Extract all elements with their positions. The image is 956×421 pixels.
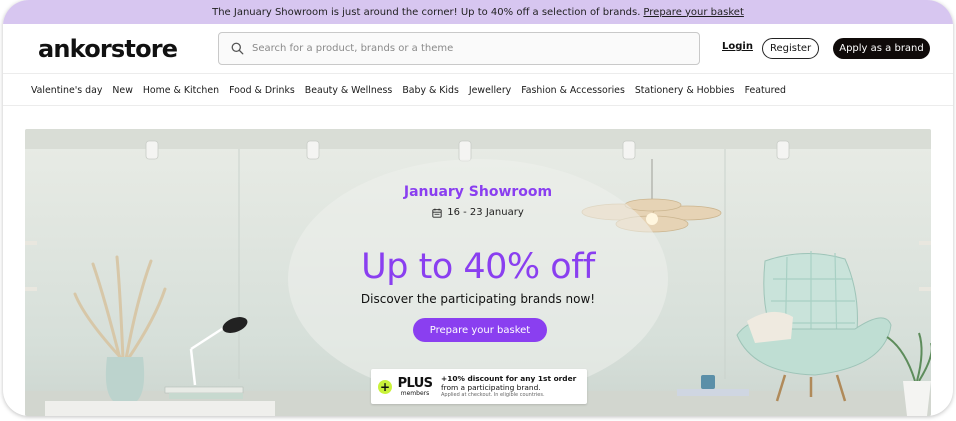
hero-headline: Up to 40% off <box>361 247 595 287</box>
search-bar[interactable] <box>218 32 700 65</box>
hero-date-row: 16 - 23 January <box>25 207 931 218</box>
register-button[interactable]: Register <box>762 38 820 59</box>
search-icon <box>231 42 244 55</box>
plus-logo: PLUS members <box>396 377 434 397</box>
promo-banner: The January Showroom is just around the … <box>3 0 953 24</box>
plus-offer-text: +10% discount for any 1st order from a p… <box>441 374 576 399</box>
plus-offer-fineprint: Applied at checkout. In eligible countri… <box>441 392 545 398</box>
nav-item-jewellery[interactable]: Jewellery <box>469 85 511 96</box>
nav-item-fashion-accessories[interactable]: Fashion & Accessories <box>521 85 625 96</box>
hero-dates: 16 - 23 January <box>447 207 524 218</box>
plus-logo-word: PLUS <box>397 375 433 391</box>
site-header: ankorstore Login Register Apply as a bra… <box>3 24 953 74</box>
nav-item-valentines-day[interactable]: Valentine's day <box>31 85 102 96</box>
plus-members-card[interactable]: + PLUS members +10% discount for any 1st… <box>371 369 587 404</box>
promo-text: The January Showroom is just around the … <box>212 6 641 18</box>
search-input[interactable] <box>252 43 692 54</box>
calendar-icon <box>432 208 442 218</box>
page-frame: The January Showroom is just around the … <box>3 0 953 416</box>
ankorstore-logo[interactable]: ankorstore <box>38 35 178 63</box>
nav-item-baby-kids[interactable]: Baby & Kids <box>402 85 459 96</box>
hero-banner[interactable]: January Showroom 16 - 23 January Up to 4… <box>25 129 931 416</box>
login-link[interactable]: Login <box>722 41 753 52</box>
plus-offer-line2: from a participating brand. <box>441 383 541 392</box>
apply-as-brand-button[interactable]: Apply as a brand <box>833 38 930 59</box>
prepare-basket-button[interactable]: Prepare your basket <box>413 318 547 342</box>
plus-logo-members: members <box>400 389 430 397</box>
nav-item-food-drinks[interactable]: Food & Drinks <box>229 85 295 96</box>
plus-offer-line1: +10% discount for any 1st order <box>441 374 577 383</box>
nav-item-beauty-wellness[interactable]: Beauty & Wellness <box>305 85 393 96</box>
hero-title: January Showroom <box>403 184 553 200</box>
nav-item-new[interactable]: New <box>112 85 132 96</box>
category-nav: Valentine's day New Home & Kitchen Food … <box>3 75 953 106</box>
plus-icon: + <box>378 379 392 394</box>
nav-item-home-kitchen[interactable]: Home & Kitchen <box>143 85 219 96</box>
nav-item-featured[interactable]: Featured <box>745 85 786 96</box>
nav-item-stationery-hobbies[interactable]: Stationery & Hobbies <box>635 85 735 96</box>
promo-link[interactable]: Prepare your basket <box>643 7 743 18</box>
hero-subheadline: Discover the participating brands now! <box>360 292 596 306</box>
